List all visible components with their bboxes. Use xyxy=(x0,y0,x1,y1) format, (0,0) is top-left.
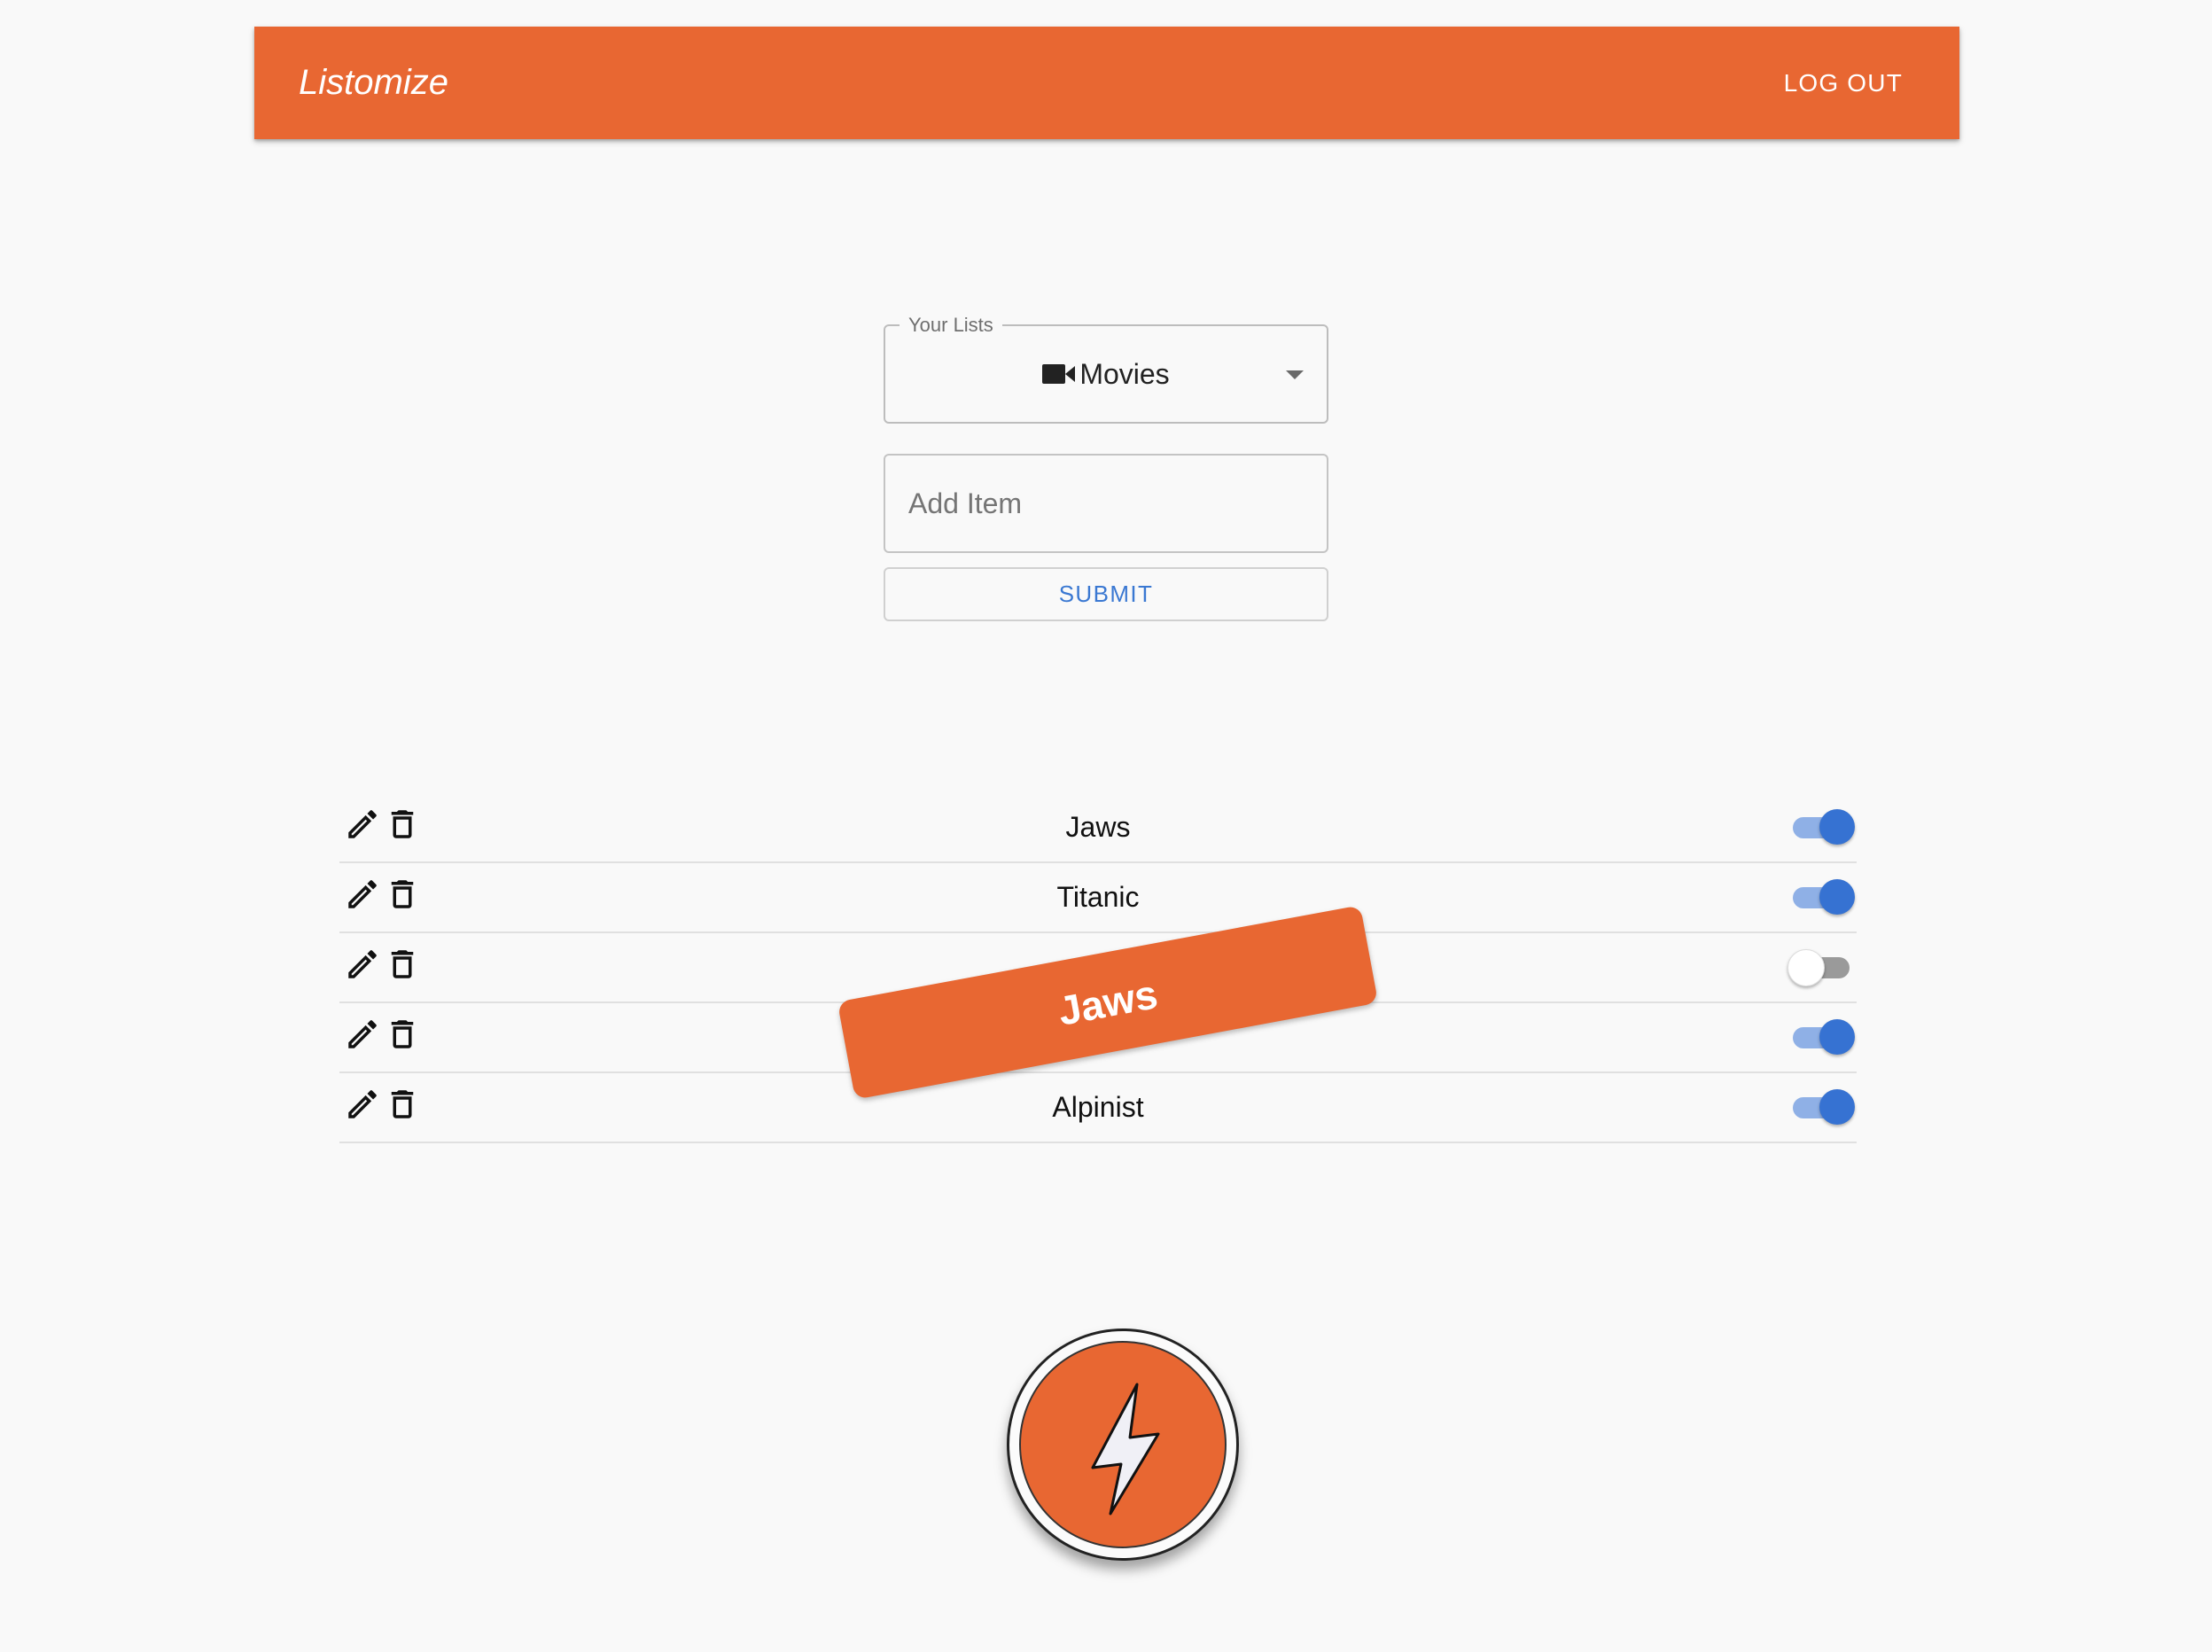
toggle-thumb xyxy=(1819,1019,1855,1055)
video-camera-icon xyxy=(1042,364,1076,384)
item-label: Jaws xyxy=(1065,811,1131,843)
item-label: Titanic xyxy=(1056,881,1140,913)
action-fab-button[interactable] xyxy=(1007,1329,1239,1561)
logout-button[interactable]: LOG OUT xyxy=(1784,27,1903,139)
list-select[interactable]: Your Lists Movies xyxy=(884,314,1328,424)
item-toggle[interactable] xyxy=(1789,1087,1857,1128)
lightning-bolt-icon xyxy=(1091,1383,1160,1516)
list-item: Titanic xyxy=(339,863,1857,933)
chevron-down-icon xyxy=(1286,370,1304,379)
submit-button[interactable]: SUBMIT xyxy=(884,567,1328,621)
add-item-input[interactable] xyxy=(884,454,1328,553)
item-toggle[interactable] xyxy=(1788,947,1857,988)
list-select-selected-text: Movies xyxy=(1079,357,1170,390)
list-select-value: Movies xyxy=(885,326,1327,422)
toggle-thumb xyxy=(1819,1089,1855,1125)
list-item: Jaws xyxy=(339,793,1857,863)
toggle-thumb xyxy=(1819,879,1855,915)
toggle-thumb xyxy=(1788,949,1825,986)
item-toggle[interactable] xyxy=(1789,877,1857,918)
list-item: Alpinist xyxy=(339,1073,1857,1143)
toggle-thumb xyxy=(1819,809,1855,845)
fab-inner-circle xyxy=(1019,1341,1227,1548)
app-bar: Listomize LOG OUT xyxy=(254,27,1959,139)
item-label: Alpinist xyxy=(1052,1091,1144,1123)
dragged-item-label: Jaws xyxy=(1054,970,1162,1034)
item-toggle[interactable] xyxy=(1789,807,1857,848)
item-toggle[interactable] xyxy=(1789,1017,1857,1058)
app-title: Listomize xyxy=(299,63,448,102)
